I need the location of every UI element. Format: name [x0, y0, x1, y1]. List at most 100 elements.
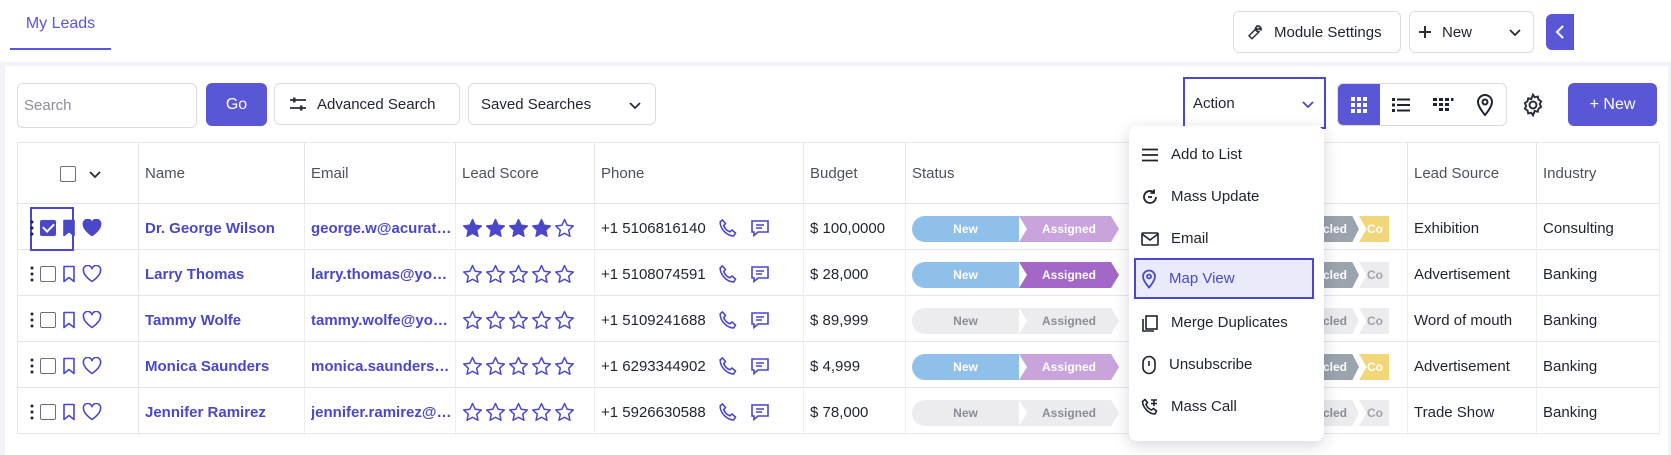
star-icon[interactable] [462, 264, 483, 285]
table-row[interactable]: Tammy Wolfe tammy.wolfe@yourmail.com +1 51… [17, 296, 1660, 344]
column-header-email[interactable]: Email [305, 143, 456, 204]
top-new-button[interactable]: New [1409, 11, 1534, 53]
star-icon[interactable] [485, 218, 506, 239]
search-input[interactable] [17, 83, 197, 128]
heart-icon[interactable] [82, 403, 102, 421]
settings-button[interactable] [1518, 90, 1548, 120]
star-icon[interactable] [485, 402, 506, 423]
lead-name-link[interactable]: Larry Thomas [139, 250, 305, 298]
status-step-converted[interactable]: Co [1359, 308, 1389, 334]
star-icon[interactable] [462, 310, 483, 331]
more-vertical-icon[interactable] [30, 358, 34, 374]
status-step-new[interactable]: New [912, 354, 1019, 380]
more-vertical-icon[interactable] [30, 266, 34, 282]
menu-item-map-view[interactable]: Map View [1134, 258, 1314, 299]
lead-email-link[interactable]: tammy.wolfe@yourmail.com [305, 296, 456, 344]
status-step-converted[interactable]: Co [1359, 354, 1389, 380]
star-icon[interactable] [485, 356, 506, 377]
status-step-new[interactable]: New [912, 400, 1019, 426]
heart-icon[interactable] [82, 311, 102, 329]
star-icon[interactable] [462, 402, 483, 423]
status-step-new[interactable]: New [912, 308, 1019, 334]
message-icon[interactable] [750, 218, 770, 238]
bookmark-icon[interactable] [62, 219, 76, 237]
column-header-lead-source[interactable]: Lead Source [1408, 143, 1537, 204]
collapse-panel-button[interactable] [1546, 14, 1574, 50]
star-icon[interactable] [554, 218, 575, 239]
bookmark-icon[interactable] [62, 357, 76, 375]
star-icon[interactable] [531, 356, 552, 377]
lead-email-link[interactable]: george.w@acuratech.com [305, 204, 456, 252]
star-icon[interactable] [531, 402, 552, 423]
status-step-converted[interactable]: Co [1359, 400, 1389, 426]
lead-name-link[interactable]: Dr. George Wilson [139, 204, 305, 252]
star-icon[interactable] [508, 402, 529, 423]
lead-name-link[interactable]: Jennifer Ramirez [139, 388, 305, 436]
phone-icon[interactable] [718, 402, 738, 422]
menu-item-add-to-list[interactable]: Add to List [1129, 134, 1324, 175]
star-icon[interactable] [508, 218, 529, 239]
lead-email-link[interactable]: larry.thomas@yourmail.com [305, 250, 456, 298]
status-step-new[interactable]: New [912, 216, 1019, 242]
more-vertical-icon[interactable] [30, 404, 34, 420]
action-select[interactable]: Action [1183, 77, 1326, 129]
star-icon[interactable] [508, 310, 529, 331]
menu-item-email[interactable]: Email [1129, 218, 1324, 259]
menu-item-mass-call[interactable]: Mass Call [1129, 386, 1324, 427]
status-step-assigned[interactable]: Assigned [1019, 354, 1119, 380]
heart-icon[interactable] [82, 265, 102, 283]
star-icon[interactable] [554, 264, 575, 285]
column-header-phone[interactable]: Phone [595, 143, 804, 204]
lead-name-link[interactable]: Monica Saunders [139, 342, 305, 390]
heart-icon[interactable] [82, 219, 102, 237]
bookmark-icon[interactable] [62, 311, 76, 329]
star-icon[interactable] [554, 402, 575, 423]
bookmark-icon[interactable] [62, 265, 76, 283]
star-icon[interactable] [531, 310, 552, 331]
column-header-budget[interactable]: Budget [804, 143, 906, 204]
lead-email-link[interactable]: monica.saunders@yourmail.com [305, 342, 456, 390]
chevron-down-icon[interactable] [88, 167, 102, 181]
more-vertical-icon[interactable] [30, 220, 34, 236]
star-icon[interactable] [508, 356, 529, 377]
phone-icon[interactable] [718, 264, 738, 284]
menu-item-merge-duplicates[interactable]: Merge Duplicates [1129, 302, 1324, 343]
table-row[interactable]: Dr. George Wilson george.w@acuratech.com +… [17, 204, 1660, 252]
map-view-button[interactable] [1464, 84, 1506, 125]
select-all-checkbox[interactable] [60, 165, 76, 182]
star-icon[interactable] [485, 310, 506, 331]
menu-item-mass-update[interactable]: Mass Update [1129, 176, 1324, 217]
status-step-converted[interactable]: Co [1359, 216, 1389, 242]
table-row[interactable]: Jennifer Ramirez jennifer.ramirez@yourmai… [17, 388, 1660, 436]
message-icon[interactable] [750, 402, 770, 422]
status-step-assigned[interactable]: Assigned [1019, 400, 1119, 426]
star-icon[interactable] [554, 310, 575, 331]
grid-view-button[interactable] [1338, 84, 1380, 125]
menu-item-unsubscribe[interactable]: Unsubscribe [1129, 344, 1324, 385]
phone-icon[interactable] [718, 356, 738, 376]
message-icon[interactable] [750, 356, 770, 376]
column-header-industry[interactable]: Industry [1537, 143, 1660, 204]
saved-searches-select[interactable]: Saved Searches [468, 83, 656, 125]
column-header-lead-score[interactable]: Lead Score [456, 143, 595, 204]
star-icon[interactable] [531, 264, 552, 285]
advanced-search-button[interactable]: Advanced Search [274, 83, 460, 125]
bookmark-icon[interactable] [62, 403, 76, 421]
more-vertical-icon[interactable] [30, 312, 34, 328]
star-icon[interactable] [531, 218, 552, 239]
star-icon[interactable] [554, 356, 575, 377]
star-icon[interactable] [508, 264, 529, 285]
status-step-assigned[interactable]: Assigned [1019, 262, 1119, 288]
lead-name-link[interactable]: Tammy Wolfe [139, 296, 305, 344]
table-row[interactable]: Larry Thomas larry.thomas@yourmail.com +1 … [17, 250, 1660, 298]
chevron-down-icon[interactable] [1507, 24, 1523, 40]
table-row[interactable]: Monica Saunders monica.saunders@yourmail.… [17, 342, 1660, 390]
status-step-assigned[interactable]: Assigned [1019, 216, 1119, 242]
row-checkbox[interactable] [40, 312, 56, 328]
phone-icon[interactable] [718, 218, 738, 238]
status-step-converted[interactable]: Co [1359, 262, 1389, 288]
row-checkbox[interactable] [40, 220, 56, 236]
heart-icon[interactable] [82, 357, 102, 375]
star-icon[interactable] [462, 356, 483, 377]
lead-email-link[interactable]: jennifer.ramirez@yourmail.com [305, 388, 456, 436]
